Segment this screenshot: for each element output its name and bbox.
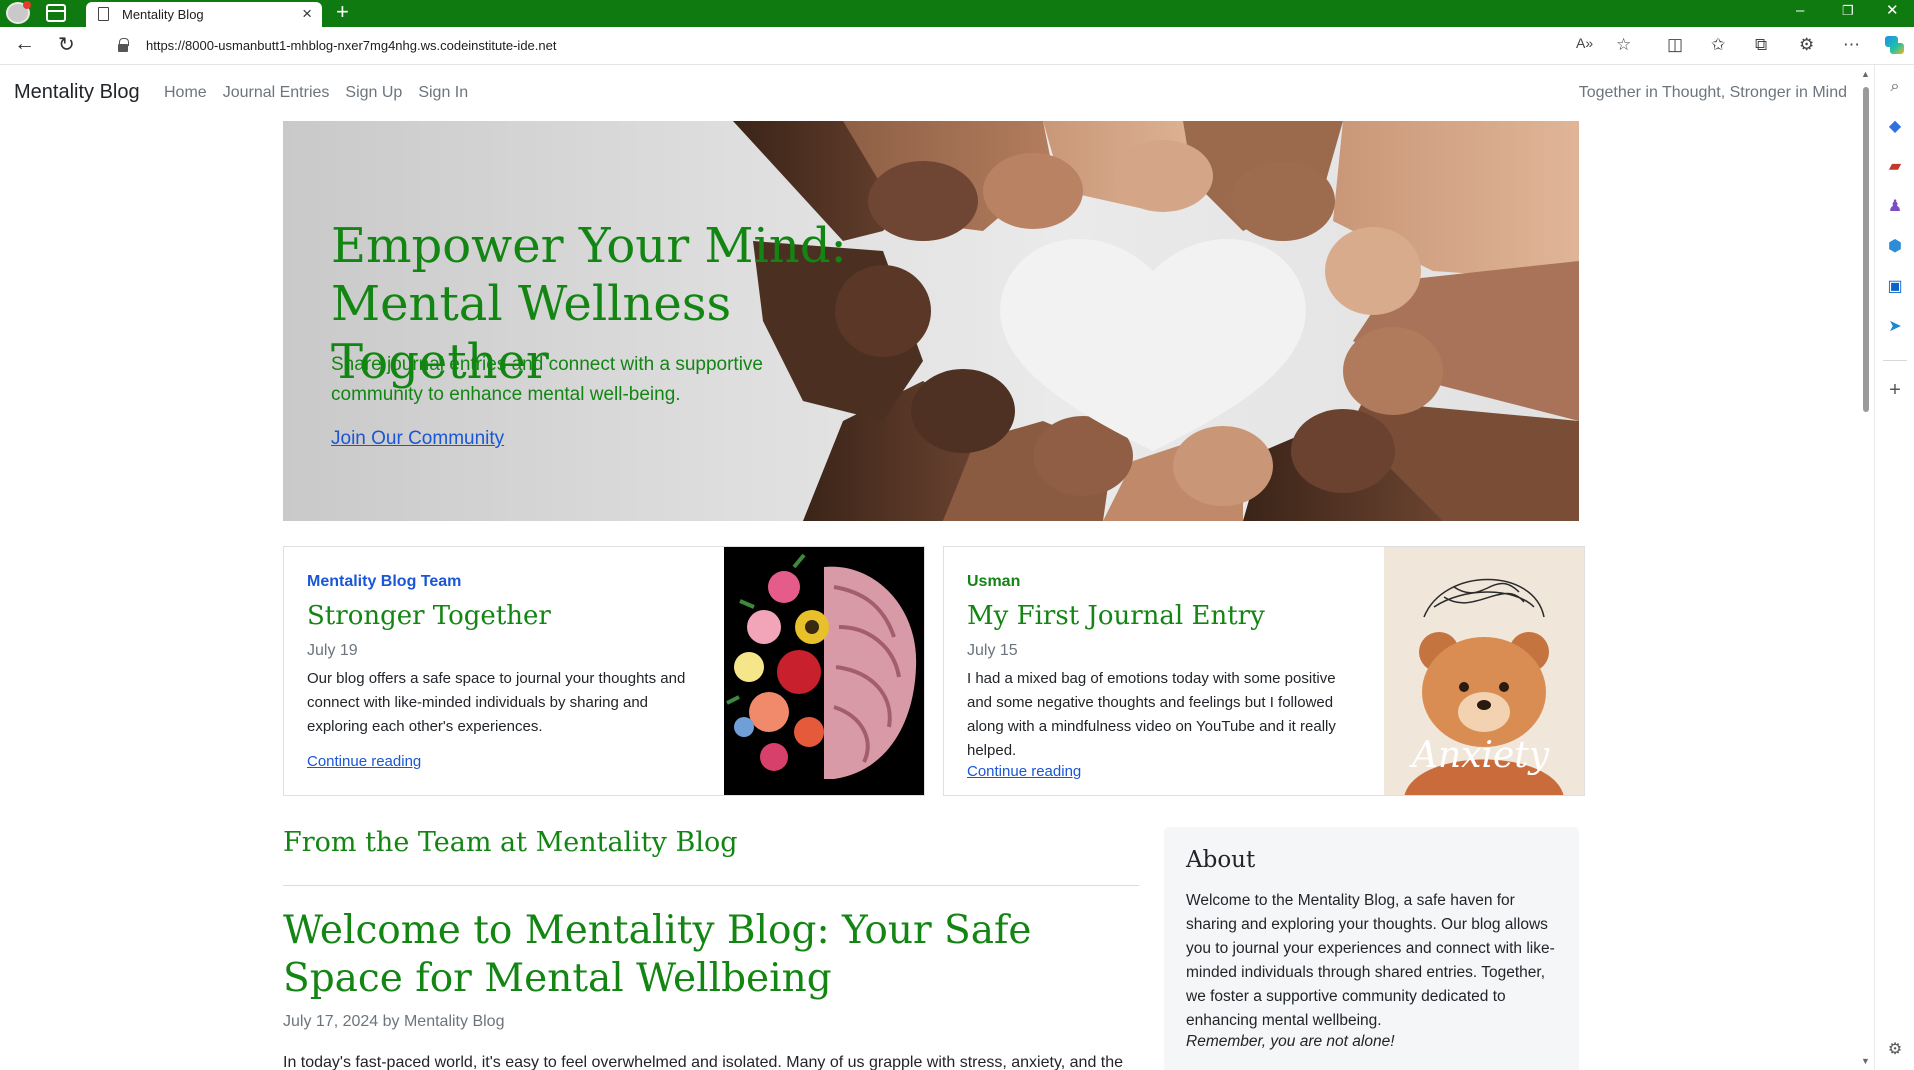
page-scrollbar[interactable]: ▲ ▼ bbox=[1858, 65, 1874, 1070]
copilot-icon[interactable] bbox=[1882, 33, 1906, 57]
post-card-excerpt: Our blog offers a safe space to journal … bbox=[307, 670, 686, 735]
tools-icon[interactable]: ▰ bbox=[1885, 157, 1905, 177]
games-icon[interactable]: ♟ bbox=[1885, 197, 1905, 217]
hero-banner: Empower Your Mind: Mental Wellness Toget… bbox=[283, 121, 1579, 521]
post-card-date: July 15 bbox=[967, 642, 1018, 659]
post-card-title[interactable]: Stronger Together bbox=[307, 601, 551, 631]
nav-home[interactable]: Home bbox=[164, 84, 207, 102]
post-card: Usman My First Journal Entry July 15 I h… bbox=[943, 546, 1585, 796]
post-card-author: Usman bbox=[967, 573, 1021, 590]
favorite-icon[interactable]: ☆ bbox=[1616, 35, 1631, 55]
microsoft-365-icon[interactable]: ⬢ bbox=[1885, 237, 1905, 257]
browser-tab[interactable]: Mentality Blog × bbox=[86, 2, 322, 27]
nav-journal-entries[interactable]: Journal Entries bbox=[223, 84, 330, 102]
scroll-up-icon[interactable]: ▲ bbox=[1861, 69, 1870, 79]
nav-links: Home Journal Entries Sign Up Sign In bbox=[164, 84, 468, 102]
collections-icon[interactable]: ⧉ bbox=[1755, 35, 1767, 55]
divider bbox=[283, 885, 1139, 886]
post-card-author: Mentality Blog Team bbox=[307, 573, 462, 590]
url-text: https://8000-usmanbutt1-mhblog-nxer7mg4n… bbox=[146, 38, 557, 53]
site-navbar: Mentality Blog Home Journal Entries Sign… bbox=[0, 65, 1858, 120]
about-text: Welcome to the Mentality Blog, a safe ha… bbox=[1186, 892, 1555, 1029]
tab-actions-icon[interactable] bbox=[46, 4, 66, 22]
new-tab-icon[interactable]: + bbox=[336, 0, 349, 25]
back-icon[interactable]: ← bbox=[14, 32, 35, 56]
profile-icon[interactable] bbox=[6, 1, 31, 24]
drop-icon[interactable]: ➤ bbox=[1885, 317, 1905, 337]
url-field[interactable]: https://8000-usmanbutt1-mhblog-nxer7mg4n… bbox=[98, 32, 1598, 60]
post-card: Mentality Blog Team Stronger Together Ju… bbox=[283, 546, 925, 796]
nav-sign-up[interactable]: Sign Up bbox=[345, 84, 402, 102]
hero-subtitle: Share journal entries and connect with a… bbox=[331, 354, 763, 405]
browser-tab-bar: Mentality Blog × + – ❐ ✕ bbox=[0, 0, 1914, 27]
refresh-icon[interactable]: ↻ bbox=[58, 32, 75, 57]
site-tagline: Together in Thought, Stronger in Mind bbox=[1578, 84, 1847, 101]
settings-icon[interactable]: ⚙ bbox=[1885, 1040, 1905, 1060]
flower-brain-image bbox=[726, 553, 917, 779]
section-heading: From the Team at Mentality Blog bbox=[283, 827, 738, 858]
add-icon[interactable]: + bbox=[1885, 380, 1905, 400]
outlook-icon[interactable]: ▣ bbox=[1885, 277, 1905, 297]
minimize-icon[interactable]: – bbox=[1796, 0, 1804, 22]
window-close-icon[interactable]: ✕ bbox=[1886, 0, 1899, 22]
continue-reading-link[interactable]: Continue reading bbox=[967, 763, 1081, 780]
post-card-image[interactable] bbox=[724, 547, 924, 795]
lock-icon[interactable] bbox=[118, 38, 129, 52]
search-icon[interactable]: ⌕ bbox=[1885, 77, 1905, 97]
browser-sidebar: ⌕ ◆ ▰ ♟ ⬢ ▣ ➤ + ⚙ bbox=[1874, 65, 1914, 1070]
post-card-date: July 19 bbox=[307, 642, 358, 659]
page-icon bbox=[98, 7, 109, 21]
nav-sign-in[interactable]: Sign In bbox=[418, 84, 468, 102]
scroll-down-icon[interactable]: ▼ bbox=[1861, 1056, 1870, 1066]
post-card-title[interactable]: My First Journal Entry bbox=[967, 601, 1265, 631]
sidebar-divider bbox=[1883, 360, 1907, 361]
post-title[interactable]: Welcome to Mentality Blog: Your Safe Spa… bbox=[283, 907, 1143, 1003]
post-text: In today's fast-paced world, it's easy t… bbox=[283, 1054, 1124, 1070]
join-community-link[interactable]: Join Our Community bbox=[331, 428, 504, 450]
more-icon[interactable]: ⋯ bbox=[1843, 35, 1860, 55]
tab-title: Mentality Blog bbox=[122, 7, 204, 22]
extensions-icon[interactable]: ⚙ bbox=[1799, 35, 1814, 55]
shopping-icon[interactable]: ◆ bbox=[1885, 117, 1905, 137]
read-aloud-icon[interactable]: A» bbox=[1576, 35, 1593, 51]
post-card-excerpt: I had a mixed bag of emotions today with… bbox=[967, 670, 1336, 759]
close-icon[interactable]: × bbox=[302, 4, 312, 24]
restore-icon[interactable]: ❐ bbox=[1842, 0, 1854, 22]
web-page: Mentality Blog Home Journal Entries Sign… bbox=[0, 65, 1858, 1070]
favorites-icon[interactable]: ✩ bbox=[1711, 35, 1725, 55]
about-title: About bbox=[1186, 847, 1256, 873]
post-meta: July 17, 2024 by Mentality Blog bbox=[283, 1013, 505, 1030]
image-caption: Anxiety bbox=[1412, 735, 1550, 776]
continue-reading-link[interactable]: Continue reading bbox=[307, 753, 421, 770]
about-box: About Welcome to the Mentality Blog, a s… bbox=[1164, 827, 1579, 1070]
split-screen-icon[interactable]: ◫ bbox=[1667, 35, 1683, 55]
address-bar: ← ↻ https://8000-usmanbutt1-mhblog-nxer7… bbox=[0, 27, 1914, 65]
scroll-thumb[interactable] bbox=[1863, 87, 1869, 412]
site-brand[interactable]: Mentality Blog bbox=[14, 81, 140, 104]
about-note: Remember, you are not alone! bbox=[1186, 1033, 1395, 1050]
post-card-image[interactable]: Anxiety bbox=[1384, 547, 1584, 795]
